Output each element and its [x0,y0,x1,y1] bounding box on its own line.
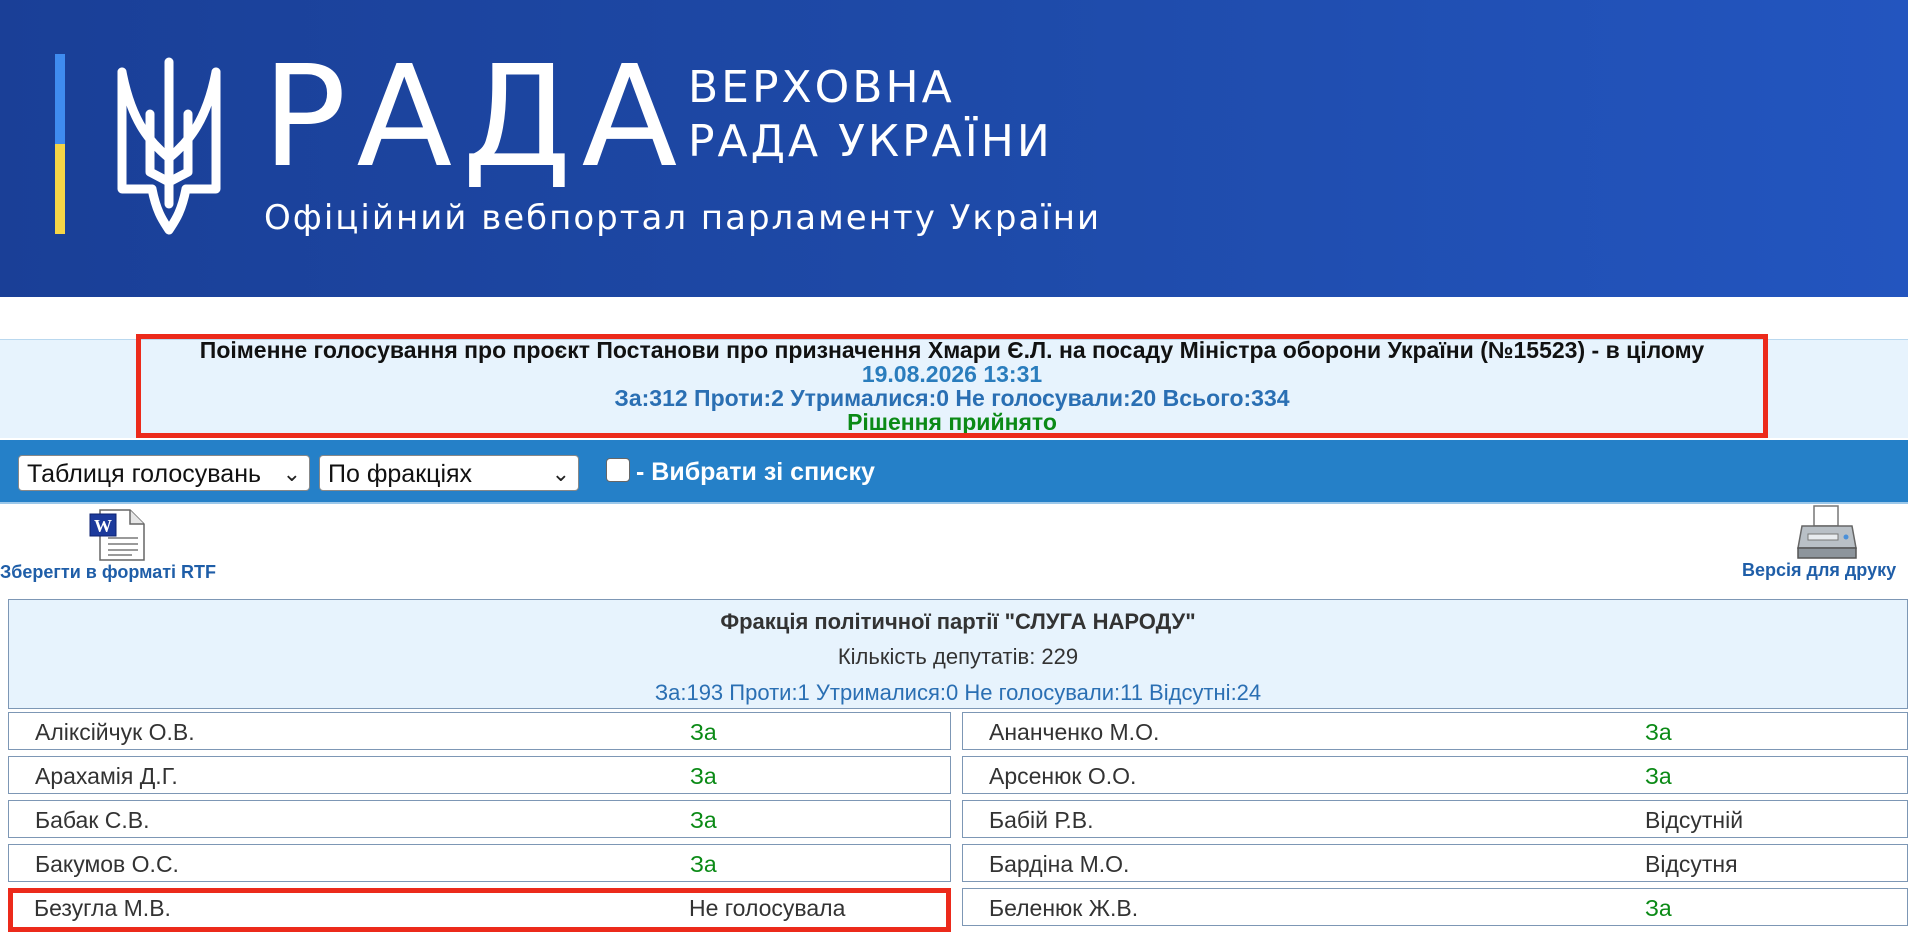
deputy-name: Арсенюк О.О. [989,763,1137,789]
deputy-vote: За [1645,763,1672,789]
site-tagline: Офіційний вебпортал парламенту України [264,198,1102,238]
deputy-row: Арахамія Д.Г. За [8,756,951,794]
deputy-vote: За [690,851,717,877]
deputy-vote: За [1645,719,1672,745]
logo-word[interactable]: РАДА [262,48,687,188]
trident-icon [117,57,221,235]
deputy-row: Арсенюк О.О. За [962,756,1908,794]
view-select-value: Таблиця голосувань [27,460,262,488]
deputy-name: Безугла М.В. [34,895,171,921]
deputy-row-highlighted: Безугла М.В. Не голосувала [8,888,951,932]
group-select[interactable]: По фракціях ⌄ [319,455,579,491]
site-header: РАДА ВЕРХОВНА РАДА УКРАЇНИ Офіційний веб… [0,0,1908,297]
faction-panel: Фракція політичної партії "СЛУГА НАРОДУ"… [8,599,1908,709]
logo-subtitle-line2: РАДА УКРАЇНИ [688,116,1053,167]
deputy-vote: За [1645,895,1672,921]
deputy-name: Арахамія Д.Г. [35,763,178,789]
summary-highlight-box [136,334,1768,438]
deputy-name: Аліксійчук О.В. [35,719,195,745]
deputy-row: Бабак С.В. За [8,800,951,838]
deputy-name: Бардіна М.О. [989,851,1130,877]
select-from-list-label: - Вибрати зі списку [636,458,875,486]
deputy-vote: Не голосувала [689,895,846,921]
faction-name: Фракція політичної партії "СЛУГА НАРОДУ" [720,609,1196,634]
svg-text:W: W [94,516,112,536]
flag-bar [55,54,65,234]
save-rtf-link[interactable]: Зберегти в форматі RTF [0,562,216,583]
deputy-name: Бакумов О.С. [35,851,179,877]
deputy-row: Ананченко М.О. За [962,712,1908,750]
faction-deputy-count: Кількість депутатів: 229 [837,644,1079,669]
logo-subtitle-line1: ВЕРХОВНА [688,62,955,113]
deputy-row: Бардіна М.О. Відсутня [962,844,1908,882]
deputy-name: Беленюк Ж.В. [989,895,1139,921]
print-version-link[interactable]: Версія для друку [1742,560,1896,581]
deputy-row: Аліксійчук О.В. За [8,712,951,750]
word-document-icon[interactable]: W [88,508,146,562]
chevron-down-icon: ⌄ [282,461,301,486]
printer-icon[interactable] [1796,504,1858,560]
faction-vote-counts: За:193 Проти:1 Утрималися:0 Не голосувал… [654,680,1262,705]
deputy-vote: За [690,719,717,745]
deputy-name: Бабій Р.В. [989,807,1094,833]
deputy-vote: Відсутня [1645,851,1738,877]
group-select-value: По фракціях [328,460,473,488]
chevron-down-icon: ⌄ [551,461,570,486]
deputy-vote: За [690,763,717,789]
deputy-vote: За [690,807,717,833]
view-select[interactable]: Таблиця голосувань ⌄ [18,455,310,491]
deputy-row: Беленюк Ж.В. За [962,888,1908,926]
deputy-vote: Відсутній [1645,807,1744,833]
deputy-row: Бабій Р.В. Відсутній [962,800,1908,838]
deputy-row: Бакумов О.С. За [8,844,951,882]
select-from-list-checkbox[interactable] [606,458,630,482]
deputy-name: Ананченко М.О. [989,719,1160,745]
deputy-name: Бабак С.В. [35,807,150,833]
